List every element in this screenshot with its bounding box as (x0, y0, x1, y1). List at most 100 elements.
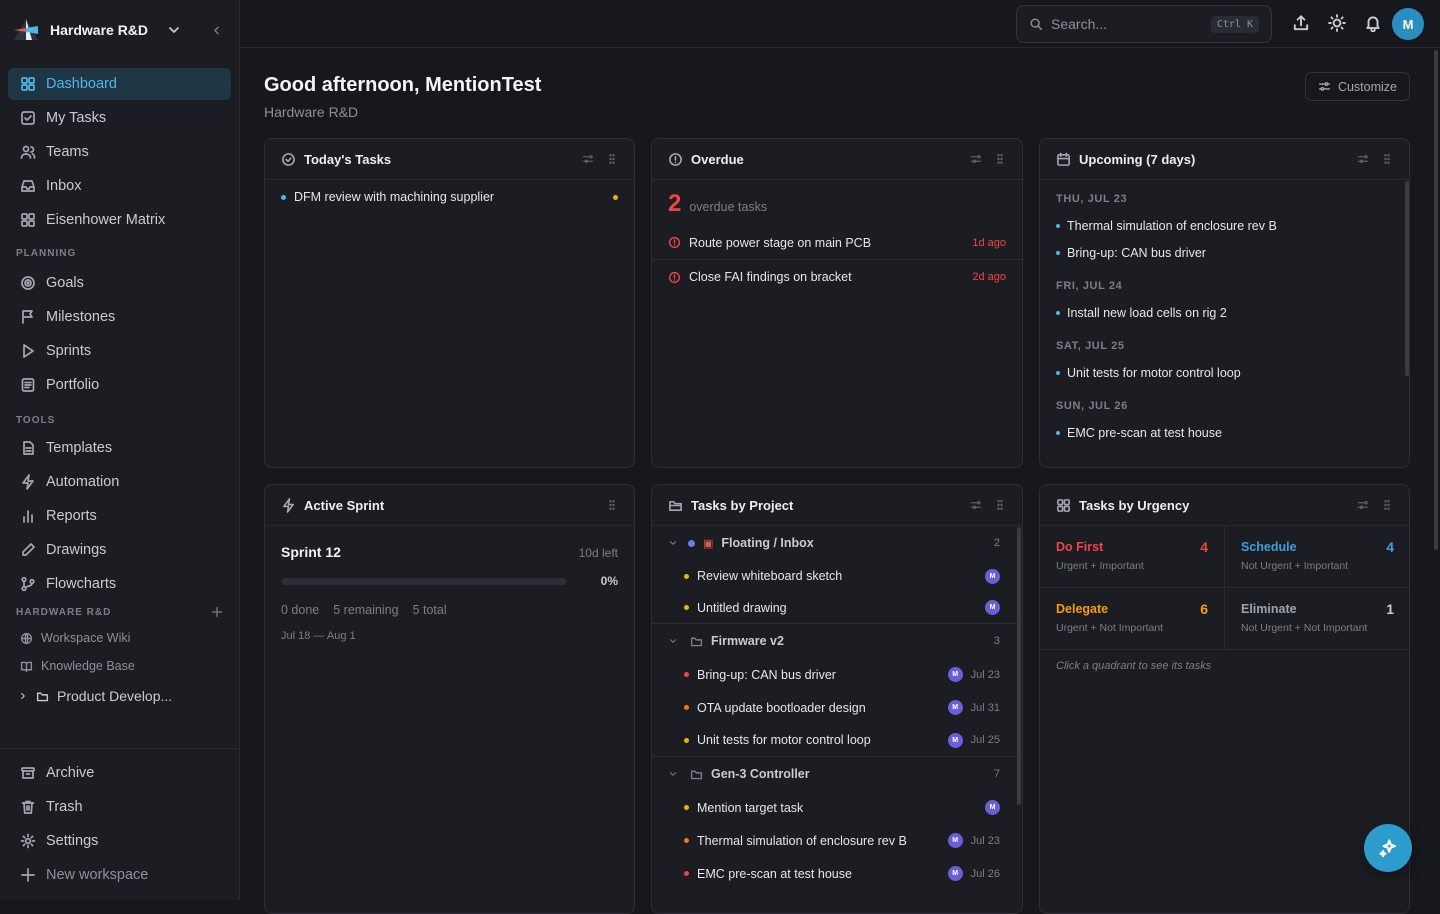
list-item[interactable]: Mention target task M (652, 791, 1022, 824)
chevron-right-icon[interactable] (18, 691, 28, 701)
assignee-avatar: M (947, 667, 963, 682)
sidebar-item-sprints[interactable]: Sprints (8, 335, 231, 367)
collapse-sidebar-icon[interactable] (210, 24, 223, 37)
drag-handle-icon[interactable] (606, 499, 618, 511)
quadrant-do-first[interactable]: Do First Urgent + Important 4 (1040, 526, 1224, 587)
task-label: Thermal simulation of enclosure rev B (697, 833, 907, 848)
chevron-down-icon[interactable] (166, 22, 182, 38)
sidebar-item-goals[interactable]: Goals (8, 267, 231, 299)
page-scrollbar[interactable] (1434, 50, 1438, 550)
scrollbar[interactable] (1017, 527, 1021, 805)
list-item[interactable]: Route power stage on main PCB 1d ago (652, 226, 1022, 260)
list-item[interactable]: Close FAI findings on bracket 2d ago (652, 260, 1022, 294)
quadrant-schedule[interactable]: Schedule Not Urgent + Important 4 (1225, 526, 1409, 587)
sidebar-item-flowcharts[interactable]: Flowcharts (8, 568, 231, 600)
list-item[interactable]: Review whiteboard sketch M (652, 560, 1022, 592)
quadrant-subtitle: Urgent + Not Important (1056, 622, 1164, 634)
sidebar-item-trash[interactable]: Trash (8, 791, 231, 823)
list-item[interactable]: Bring-up: CAN bus driver (1056, 246, 1393, 260)
sidebar-item-inbox[interactable]: Inbox (8, 170, 231, 202)
project-group-header[interactable]: ▣ Floating / Inbox 2 (652, 526, 1022, 560)
status-dot (1056, 431, 1060, 435)
settings-sliders-icon[interactable] (970, 153, 982, 165)
drag-handle-icon[interactable] (1381, 153, 1393, 165)
sidebar-item-teams[interactable]: Teams (8, 136, 231, 168)
upload-icon[interactable] (1292, 14, 1310, 32)
sun-icon[interactable] (1328, 14, 1346, 32)
task-overdue-time: 1d ago (972, 236, 1006, 249)
sidebar-item-knowledge-base[interactable]: Knowledge Base (0, 652, 239, 680)
sidebar-item-milestones[interactable]: Milestones (8, 301, 231, 333)
sidebar-item-settings[interactable]: Settings (8, 825, 231, 857)
quadrant-delegate[interactable]: Delegate Urgent + Not Important 6 (1040, 588, 1224, 650)
quadrant-eliminate[interactable]: Eliminate Not Urgent + Not Important 1 (1225, 588, 1409, 650)
task-label: Bring-up: CAN bus driver (1067, 246, 1206, 260)
list-item[interactable]: Bring-up: CAN bus driver M Jul 23 (652, 658, 1022, 691)
scrollbar[interactable] (1405, 181, 1409, 376)
assignee-avatar: M (947, 700, 963, 715)
quadrant-title: Schedule (1241, 540, 1297, 554)
list-item[interactable]: DFM review with machining supplier (265, 180, 634, 204)
workspace-switcher[interactable]: Hardware R&D (0, 0, 239, 60)
assignee-avatar: M (947, 866, 963, 881)
sprint-total: 5 total (412, 603, 447, 617)
sidebar-item-archive[interactable]: Archive (8, 757, 231, 789)
sidebar-item-automation[interactable]: Automation (8, 466, 231, 498)
chevron-down-icon[interactable] (668, 769, 678, 779)
task-label: Close FAI findings on bracket (689, 270, 852, 284)
project-group-header[interactable]: Firmware v2 3 (652, 624, 1022, 658)
sidebar-item-portfolio[interactable]: Portfolio (8, 369, 231, 401)
list-item[interactable]: Install new load cells on rig 2 (1056, 306, 1393, 320)
globe-icon (20, 632, 33, 644)
list-item[interactable]: Thermal simulation of enclosure rev B (1056, 219, 1393, 233)
tasks-by-project-card: Tasks by Project ▣ Floating / Inbox 2 Re… (651, 484, 1023, 914)
sprint-name[interactable]: Sprint 12 (281, 544, 341, 560)
list-item[interactable]: Untitled drawing M (652, 592, 1022, 624)
sidebar-item-templates[interactable]: Templates (8, 432, 231, 464)
sprint-progress-bar (281, 577, 567, 585)
sidebar-item-product-develop[interactable]: Product Develop... (0, 680, 239, 712)
drag-handle-icon[interactable] (606, 153, 618, 165)
list-item[interactable]: EMC pre-scan at test house (1056, 426, 1393, 440)
list-item[interactable]: Thermal simulation of enclosure rev B M … (652, 824, 1022, 857)
ai-assistant-button[interactable] (1364, 824, 1412, 872)
sidebar-item-label: Settings (46, 833, 99, 849)
drag-handle-icon[interactable] (994, 499, 1006, 511)
inbox-emoji-icon: ▣ (703, 537, 714, 550)
settings-sliders-icon[interactable] (970, 499, 982, 511)
sidebar-item-eisenhower-matrix[interactable]: Eisenhower Matrix (8, 204, 231, 236)
chevron-down-icon[interactable] (668, 636, 678, 646)
task-due-date: Jul 23 (970, 668, 1000, 681)
sprint-percent: 0% (600, 574, 618, 588)
sidebar-item-drawings[interactable]: Drawings (8, 534, 231, 566)
sidebar-item-workspace-wiki[interactable]: Workspace Wiki (0, 624, 239, 652)
todays-tasks-card: Today's Tasks DFM review with machining … (264, 138, 635, 468)
card-title: Tasks by Project (691, 497, 794, 513)
trash-icon (21, 800, 35, 814)
drag-handle-icon[interactable] (1381, 499, 1393, 511)
task-label: Review whiteboard sketch (697, 569, 843, 583)
search-input[interactable]: Search... Ctrl K (1016, 5, 1272, 43)
list-item[interactable]: OTA update bootloader design M Jul 31 (652, 691, 1022, 724)
folder-icon (690, 770, 703, 779)
list-item[interactable]: Unit tests for motor control loop (1056, 366, 1393, 380)
grid-icon (21, 213, 35, 227)
drag-handle-icon[interactable] (994, 153, 1006, 165)
list-item[interactable]: Unit tests for motor control loop M Jul … (652, 724, 1022, 757)
bell-icon[interactable] (1364, 14, 1382, 32)
sidebar-item-my-tasks[interactable]: My Tasks (8, 102, 231, 134)
customize-button[interactable]: Customize (1305, 72, 1410, 101)
list-item[interactable]: EMC pre-scan at test house M Jul 26 (652, 857, 1022, 890)
sidebar-item-label: My Tasks (46, 110, 107, 126)
sidebar-item-reports[interactable]: Reports (8, 500, 231, 532)
settings-sliders-icon[interactable] (1357, 153, 1369, 165)
chevron-down-icon[interactable] (668, 538, 678, 548)
settings-sliders-icon[interactable] (1357, 499, 1369, 511)
new-workspace-button[interactable]: New workspace (8, 859, 231, 891)
section-heading-tools: TOOLS (16, 415, 56, 426)
plus-icon[interactable] (211, 606, 223, 618)
user-avatar[interactable]: M (1392, 8, 1424, 40)
settings-sliders-icon[interactable] (582, 153, 594, 165)
sidebar-item-dashboard[interactable]: Dashboard (8, 68, 231, 100)
project-group-header[interactable]: Gen-3 Controller 7 (652, 757, 1022, 791)
